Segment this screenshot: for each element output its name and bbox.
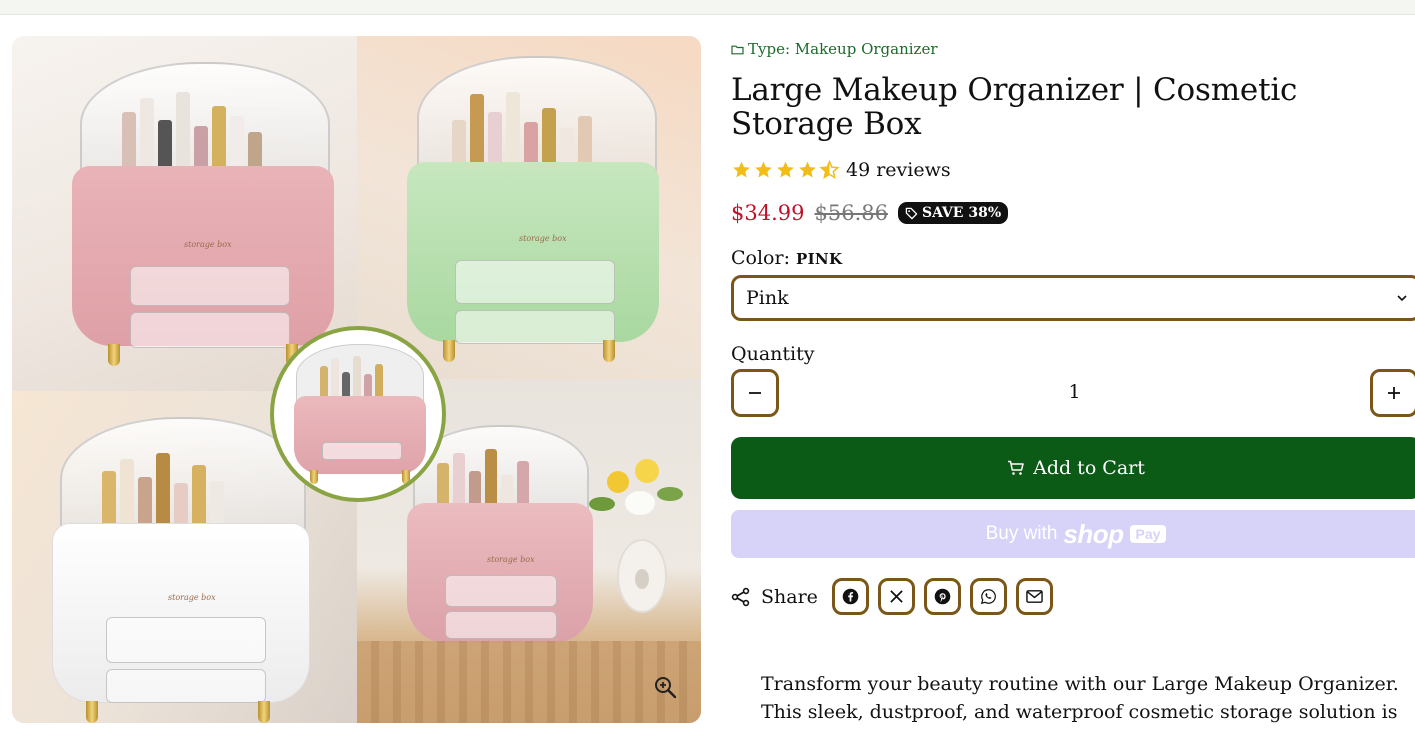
share-label: Share (761, 585, 818, 608)
share-facebook-button[interactable] (831, 578, 869, 615)
star-icon (733, 161, 750, 178)
cart-icon (1008, 460, 1024, 475)
email-icon (1026, 590, 1043, 603)
save-badge: SAVE 38% (897, 202, 1009, 224)
product-type-label: Type: Makeup Organizer (748, 40, 938, 58)
product-type[interactable]: Type: Makeup Organizer (731, 40, 1415, 58)
color-select[interactable]: Pink (731, 275, 1415, 321)
shop-pay-button[interactable]: Buy with shop Pay (731, 510, 1415, 558)
color-label: Color: (731, 247, 790, 269)
share-whatsapp-button[interactable] (969, 578, 1007, 615)
save-badge-text: SAVE 38% (921, 205, 1002, 221)
buy-with-label: Buy with (985, 523, 1058, 544)
product-info: Type: Makeup Organizer Large Makeup Orga… (731, 36, 1415, 615)
top-bar (0, 0, 1415, 15)
add-to-cart-label: Add to Cart (1033, 457, 1145, 479)
reviews-count: 49 reviews (846, 159, 951, 181)
share-button[interactable]: Share (731, 586, 818, 608)
tag-icon (905, 207, 918, 219)
price-row: $34.99 $56.86 SAVE 38% (731, 201, 1415, 225)
color-value: PINK (796, 250, 843, 268)
share-icon (731, 587, 750, 606)
star-rating (731, 160, 840, 180)
x-icon (890, 590, 903, 603)
pay-badge: Pay (1129, 525, 1167, 543)
pinterest-icon (934, 588, 951, 605)
brand-text: storage box (519, 234, 567, 243)
gallery-tile-green: storage box (357, 36, 701, 379)
plus-icon (1388, 387, 1400, 399)
add-to-cart-button[interactable]: Add to Cart (731, 437, 1415, 499)
quantity-label: Quantity (731, 343, 815, 365)
share-pinterest-button[interactable] (923, 578, 961, 615)
share-email-button[interactable] (1015, 578, 1053, 615)
star-half-icon (819, 160, 840, 180)
zoom-icon[interactable] (653, 675, 677, 699)
quantity-stepper: 1 (731, 369, 1415, 417)
color-option-label: Color: PINK (731, 247, 1415, 269)
shop-logo-text: shop (1063, 518, 1124, 549)
compare-price: $56.86 (814, 201, 888, 225)
rating-row[interactable]: 49 reviews (731, 159, 1415, 181)
share-x-button[interactable] (877, 578, 915, 615)
share-row: Share (731, 578, 1415, 615)
whatsapp-icon (980, 589, 996, 605)
product-image[interactable]: storage box storage box storage box stor… (12, 36, 701, 723)
sale-price: $34.99 (731, 201, 805, 225)
quantity-increase-button[interactable] (1370, 369, 1415, 417)
brand-text: storage box (184, 240, 232, 249)
brand-text: storage box (487, 555, 535, 564)
product-description: Transform your beauty routine with our L… (761, 673, 1399, 723)
star-icon (777, 161, 794, 178)
quantity-input[interactable]: 1 (731, 381, 1415, 403)
gallery-inset-circle (270, 326, 446, 502)
color-select-value: Pink (746, 287, 789, 309)
star-icon (755, 161, 772, 178)
chevron-down-icon (1397, 295, 1407, 302)
folder-icon (731, 45, 744, 54)
star-icon (799, 161, 816, 178)
brand-text: storage box (168, 593, 216, 602)
gallery-tile-pink: storage box (12, 36, 357, 391)
facebook-icon (842, 588, 859, 605)
product-title: Large Makeup Organizer | Cosmetic Storag… (731, 72, 1298, 142)
